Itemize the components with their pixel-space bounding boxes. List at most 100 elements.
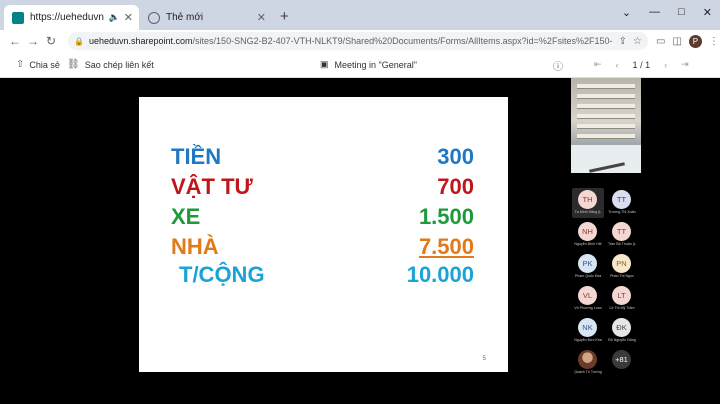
slide-value-vat-tu: 700	[437, 174, 474, 199]
close-tab-icon[interactable]: ✕	[257, 11, 266, 24]
participant-name: Đỗ Nguyễn Đăng	[608, 338, 636, 342]
share-button[interactable]: ⇧ Chia sẻ	[16, 59, 60, 70]
close-tab-icon[interactable]: ✕	[124, 11, 133, 24]
participant-name: Nguyễn Đình Hiế	[574, 242, 602, 246]
tab-new[interactable]: Thẻ mới ✕	[140, 5, 272, 30]
presenter-video[interactable]	[571, 78, 641, 173]
video-viewer[interactable]: TIỀN 300 VẬT TƯ 700 XE 1.500 NHÀ 7.500 T…	[0, 78, 720, 404]
participant-name: Quách Tố Tường	[574, 370, 602, 374]
profile-avatar[interactable]: P	[688, 34, 702, 48]
slide-label-tien: TIỀN	[171, 144, 222, 169]
address-bar[interactable]: 🔒 ueheduvn.sharepoint.com/sites/150-SNG2…	[68, 32, 648, 50]
slide-value-total: 10.000	[406, 262, 474, 287]
participant-tile[interactable]: TH Tạ Minh Hằng (L	[572, 188, 604, 218]
slide-label-nha: NHÀ	[171, 234, 219, 259]
tab-sharepoint[interactable]: https://ueheduvn.sharepoint 🔈 ✕	[4, 5, 139, 30]
participant-tile[interactable]: TT Trần Bá Thuận (L	[606, 220, 638, 250]
participant-name: Phạm Quốc Kha	[574, 274, 602, 278]
participant-tile[interactable]: PN Phan Thị Ngọc	[606, 252, 638, 282]
page-total: 1	[645, 59, 651, 70]
participant-avatar: ĐK	[612, 318, 631, 337]
window-controls: ⌄ — □ ✕	[622, 6, 712, 19]
url-path: /sites/150-SNG2-B2-407-VTH-NLKT9/Shared%…	[192, 36, 613, 46]
tab-title: Thẻ mới	[166, 12, 204, 23]
more-participants-button[interactable]: +81	[606, 348, 638, 378]
menu-kebab-icon[interactable]: ⋮	[709, 36, 719, 47]
sidebar-icon[interactable]: ◫	[672, 36, 681, 47]
browser-toolbar: ← → ↻ 🔒 ueheduvn.sharepoint.com/sites/15…	[0, 30, 720, 52]
window-blind	[577, 114, 635, 119]
participant-name: Võ Phương Loan	[574, 306, 602, 310]
url-host: ueheduvn.sharepoint.com	[88, 36, 193, 46]
reload-icon[interactable]: ↻	[42, 34, 60, 48]
slide-value-xe: 1.500	[418, 204, 474, 229]
info-icon[interactable]: ⓘ	[553, 58, 563, 73]
copy-link-button[interactable]: ⛓ Sao chép liên kết	[67, 59, 154, 70]
window-blind	[577, 94, 635, 99]
participant-avatar: TT	[612, 222, 631, 241]
participant-name: Phan Thị Ngọc	[610, 274, 634, 278]
participant-tile[interactable]: NK Nguyễn Đức Kha	[572, 316, 604, 346]
window-blind	[577, 84, 635, 89]
audio-playing-icon[interactable]: 🔈	[109, 12, 120, 23]
participant-name: Lê Thị Mỹ Trâm	[609, 306, 635, 310]
toolbar-right-icons: ▭ ◫ P ⋮	[656, 34, 719, 48]
window-blind	[577, 104, 635, 109]
slide-label-total: T/CỘNG	[179, 262, 265, 287]
share-icon: ⇧	[16, 59, 25, 70]
slide-value-nha: 7.500	[418, 234, 474, 259]
copy-link-label: Sao chép liên kết	[84, 59, 154, 70]
participant-tile[interactable]: LT Lê Thị Mỹ Trâm	[606, 284, 638, 314]
last-page-icon[interactable]: ⇥	[681, 59, 689, 70]
participant-name: Trương Thị Xuân	[608, 210, 636, 214]
back-arrow-icon[interactable]: ←	[6, 34, 24, 48]
participant-avatar: TH	[578, 190, 597, 209]
maximize-button[interactable]: □	[678, 6, 685, 19]
forward-arrow-icon[interactable]: →	[24, 34, 42, 48]
page-navigator: ⇤ ‹ 1 / 1 › ⇥	[594, 59, 689, 70]
slide-number: 5	[482, 356, 486, 362]
slide-label-xe: XE	[171, 204, 201, 229]
window-blind	[577, 134, 635, 139]
presentation-slide: TIỀN 300 VẬT TƯ 700 XE 1.500 NHÀ 7.500 T…	[139, 97, 508, 372]
page-current: 1	[632, 59, 638, 70]
next-page-icon[interactable]: ›	[664, 60, 667, 70]
participant-tile[interactable]: NH Nguyễn Đình Hiế	[572, 220, 604, 250]
participant-avatar: TT	[612, 190, 631, 209]
participant-tile[interactable]: ĐK Đỗ Nguyễn Đăng	[606, 316, 638, 346]
page-count: 1 / 1	[633, 60, 651, 70]
video-file-icon: ▣	[320, 59, 329, 69]
share-page-icon[interactable]: ⇪	[619, 36, 627, 47]
participant-avatar: PK	[578, 254, 597, 273]
participant-tile[interactable]: TT Trương Thị Xuân	[606, 188, 638, 218]
extensions-icon[interactable]: ▭	[656, 36, 665, 47]
more-participants-count: +81	[612, 350, 631, 369]
slide-value-tien: 300	[437, 144, 474, 169]
globe-favicon-icon	[148, 11, 160, 24]
previous-page-icon[interactable]: ‹	[616, 60, 619, 70]
participant-avatar: PN	[612, 254, 631, 273]
bookmark-star-icon[interactable]: ☆	[633, 36, 642, 47]
participant-tile[interactable]: VL Võ Phương Loan	[572, 284, 604, 314]
browser-tab-strip: https://ueheduvn.sharepoint 🔈 ✕ Thẻ mới …	[0, 0, 720, 30]
participant-tile[interactable]: PK Phạm Quốc Kha	[572, 252, 604, 282]
participant-name: Tạ Minh Hằng (L	[574, 210, 602, 214]
page-separator: /	[640, 59, 643, 70]
participant-tile[interactable]: Quách Tố Tường	[572, 348, 604, 378]
participant-photo-avatar	[578, 350, 597, 369]
url-text[interactable]: ueheduvn.sharepoint.com/sites/150-SNG2-B…	[89, 36, 613, 46]
slide-label-vat-tu: VẬT TƯ	[171, 174, 253, 199]
sharepoint-favicon-icon	[12, 11, 24, 24]
new-tab-button[interactable]: +	[280, 8, 289, 25]
tab-search-icon[interactable]: ⌄	[622, 6, 631, 19]
first-page-icon[interactable]: ⇤	[594, 59, 602, 70]
share-label: Chia sẻ	[29, 59, 60, 70]
minimize-button[interactable]: —	[649, 6, 660, 19]
lock-icon[interactable]: 🔒	[74, 37, 84, 46]
participant-name: Trần Bá Thuận (L	[608, 242, 636, 246]
participant-avatar: NH	[578, 222, 597, 241]
link-icon: ⛓	[67, 59, 80, 70]
document-title-text: Meeting in "General"	[334, 59, 417, 70]
close-window-button[interactable]: ✕	[703, 6, 712, 19]
tab-title: https://ueheduvn.sharepoint	[30, 12, 105, 23]
